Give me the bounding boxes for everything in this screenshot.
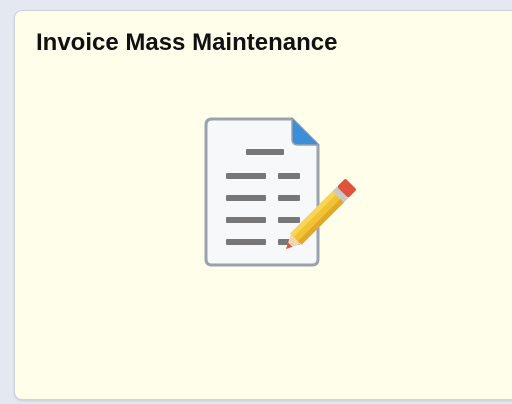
tile-title: Invoice Mass Maintenance	[36, 29, 338, 56]
document-edit-icon	[204, 117, 356, 267]
invoice-mass-maintenance-tile[interactable]: Invoice Mass Maintenance	[14, 10, 512, 400]
